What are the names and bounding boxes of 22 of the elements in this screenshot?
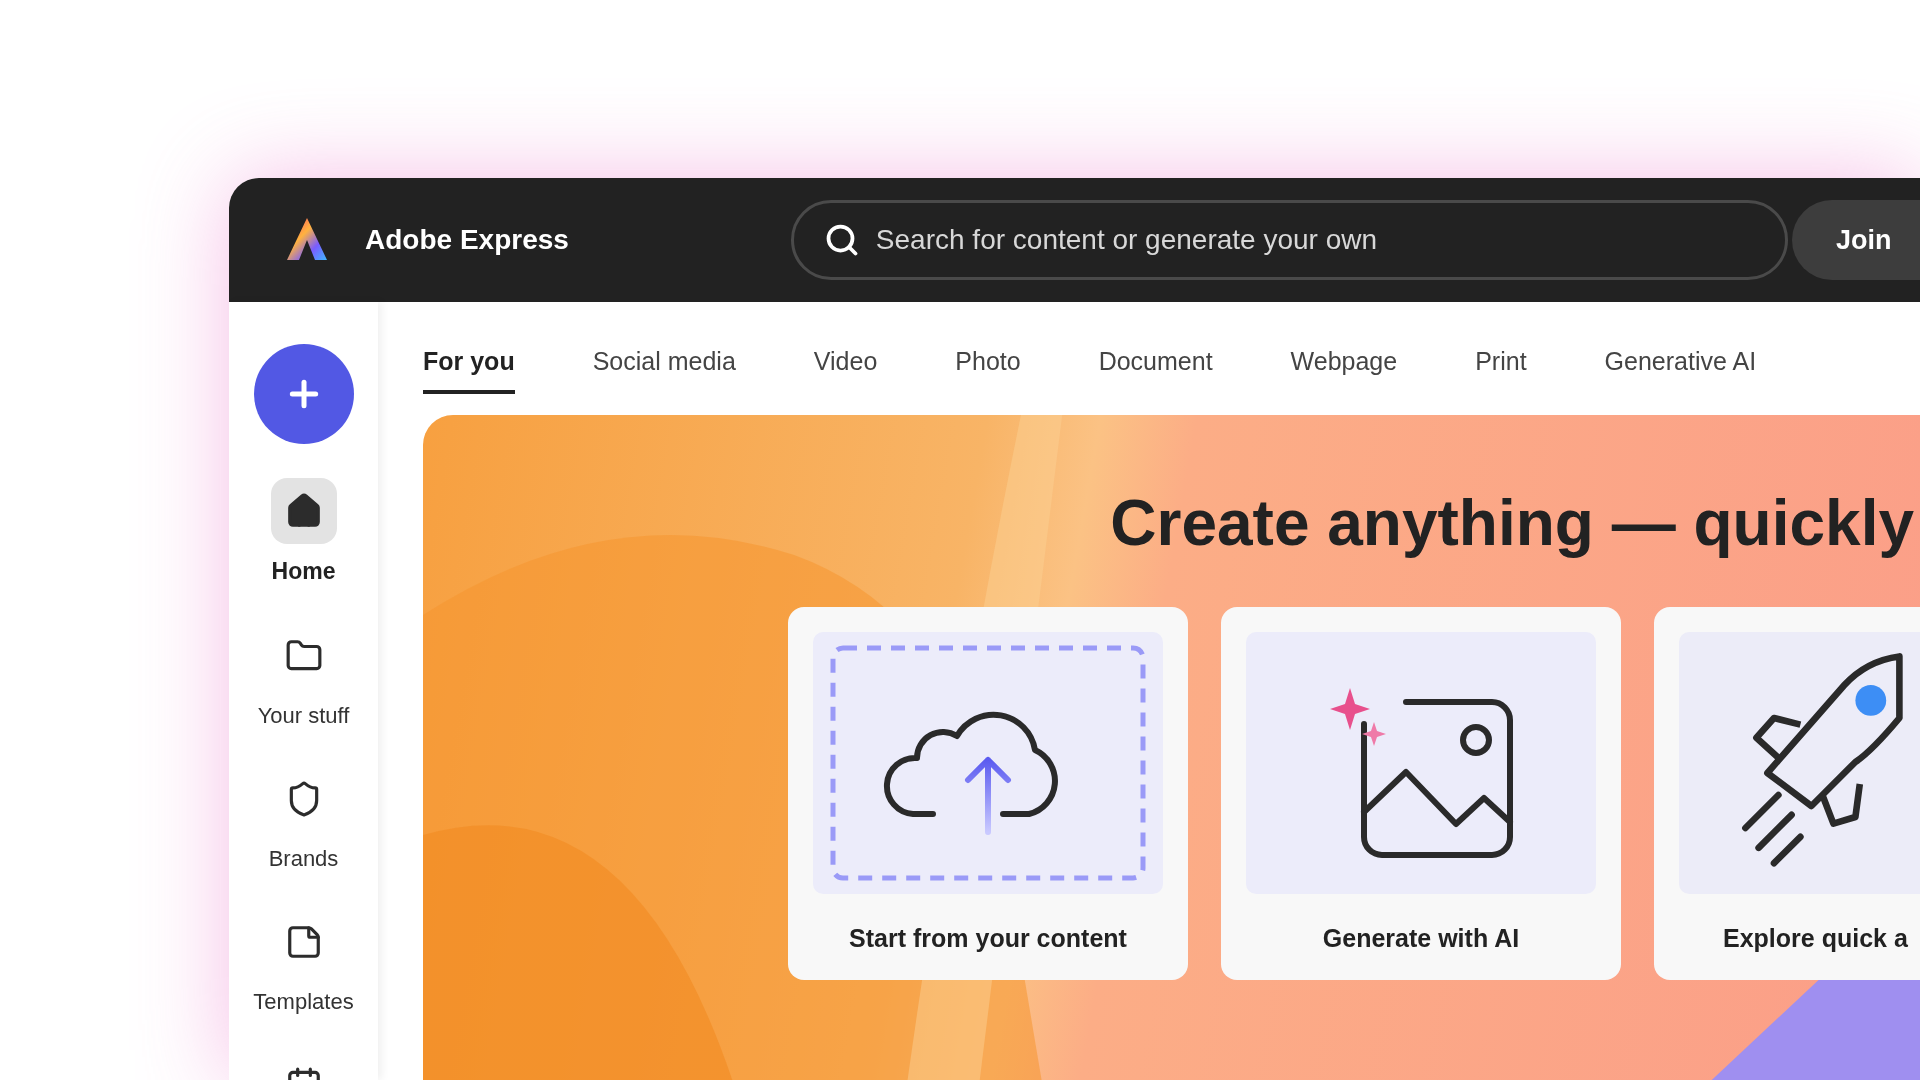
action-card[interactable]: Generate with AI [1221,607,1621,980]
hero-heading: Create anything — quickly [1110,486,1914,561]
join-button[interactable]: Join [1792,200,1920,280]
category-tab[interactable]: Document [1098,333,1213,394]
category-tab[interactable]: For you [423,333,515,394]
card-label: Start from your content [849,923,1127,954]
search-field[interactable]: Search for content or generate your own [790,200,1788,280]
category-tab[interactable]: Generative AI [1604,333,1757,394]
sidebar-item[interactable]: Brands [268,765,339,875]
category-tab[interactable]: Social media [592,333,736,394]
search-input[interactable]: Search for content or generate your own [875,219,1755,261]
category-tab[interactable]: Video [813,333,878,394]
category-tab[interactable]: Photo [955,333,1021,394]
card-label: Generate with AI [1322,923,1520,954]
sidebar-item[interactable]: Templates [253,908,354,1018]
sidebar-item[interactable]: Your stuff [257,622,350,732]
category-tab[interactable]: Print [1475,333,1527,394]
app-title: Adobe Express [365,223,569,257]
action-card[interactable]: Start from your content [788,607,1188,980]
card-label: Explore quick a [1723,923,1909,954]
category-tab[interactable]: Webpage [1290,333,1398,394]
action-card[interactable]: Explore quick a [1654,607,1920,980]
